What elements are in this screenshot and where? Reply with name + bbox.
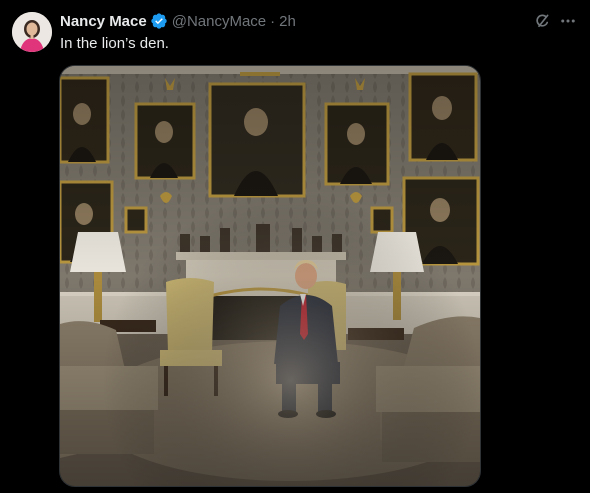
verified-badge-icon[interactable] — [150, 12, 168, 30]
tweet[interactable]: Nancy Mace @NancyMace · 2h In the lion’s — [0, 0, 590, 493]
tweet-text: In the lion’s den. — [60, 35, 169, 52]
display-name[interactable]: Nancy Mace — [60, 13, 147, 30]
photo-room-scene — [60, 66, 480, 486]
tweet-header: Nancy Mace @NancyMace · 2h — [60, 11, 296, 31]
handle[interactable]: @NancyMace — [172, 13, 266, 30]
timestamp[interactable]: 2h — [279, 13, 296, 30]
separator-dot: · — [270, 12, 276, 30]
tweet-actions — [532, 11, 578, 31]
tweet-photo[interactable] — [59, 65, 481, 487]
more-options-icon[interactable] — [558, 11, 578, 31]
avatar-image — [12, 12, 52, 52]
grok-icon[interactable] — [532, 11, 552, 31]
avatar[interactable] — [12, 12, 52, 52]
